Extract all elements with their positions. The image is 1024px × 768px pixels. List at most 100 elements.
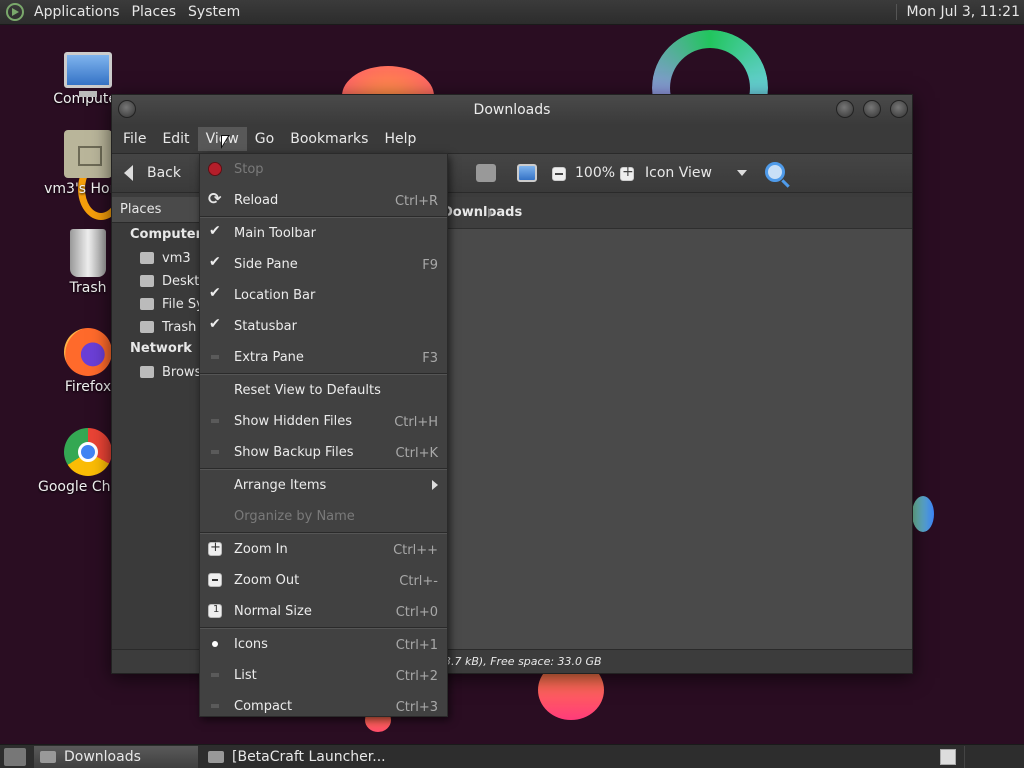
- mouse-cursor-icon: [221, 135, 230, 149]
- sidebar-section-computer: Computer: [130, 227, 203, 242]
- workspace-switcher-icon[interactable]: [940, 748, 956, 765]
- zoom-out-button[interactable]: [552, 167, 566, 181]
- menu-item-zoom-in[interactable]: Zoom In Ctrl++: [200, 534, 447, 565]
- chevron-right-icon[interactable]: [488, 208, 493, 218]
- submenu-arrow-icon: [432, 480, 438, 490]
- menu-item-list[interactable]: List Ctrl+2: [200, 660, 447, 691]
- sidebar-item-trash[interactable]: Trash: [112, 314, 202, 337]
- trash-icon: [140, 321, 154, 333]
- check-icon: [208, 285, 222, 302]
- reload-icon: [208, 189, 222, 208]
- menu-item-label: Icons: [234, 637, 268, 652]
- close-button[interactable]: [890, 100, 908, 118]
- taskbar-item-downloads[interactable]: Downloads: [34, 745, 198, 768]
- radio-unselected-icon: [208, 668, 222, 682]
- zoom-out-icon: [208, 573, 222, 587]
- clock[interactable]: Mon Jul 3, 11:21: [895, 4, 1024, 20]
- menu-edit[interactable]: Edit: [154, 127, 197, 151]
- sidebar-item-browse-network[interactable]: Browse Network: [112, 359, 202, 382]
- firefox-icon: [64, 328, 112, 376]
- menu-file[interactable]: File: [115, 127, 154, 151]
- sidebar-item-desktop[interactable]: Desktop: [112, 268, 202, 291]
- menu-help[interactable]: Help: [376, 127, 424, 151]
- radio-selected-icon: [208, 637, 222, 651]
- menu-item-location-bar[interactable]: Location Bar: [200, 280, 447, 311]
- menu-item-label: List: [234, 668, 257, 683]
- menu-item-label: Location Bar: [234, 288, 316, 303]
- places-menu[interactable]: Places: [128, 4, 185, 20]
- menu-item-reload[interactable]: Reload Ctrl+R: [200, 185, 447, 216]
- sidebar-item-label: Trash: [162, 319, 197, 335]
- status-text: 3.7 kB), Free space: 33.0 GB: [444, 655, 602, 668]
- menu-item-stop: Stop: [200, 154, 447, 185]
- view-mode-value: Icon View: [645, 165, 712, 181]
- view-mode-select[interactable]: Icon View: [645, 165, 747, 181]
- chrome-icon: [64, 428, 112, 476]
- back-button[interactable]: Back: [124, 165, 181, 181]
- window-titlebar[interactable]: Downloads: [112, 95, 912, 125]
- radio-unselected-icon: [208, 699, 222, 713]
- applications-menu[interactable]: Applications: [30, 4, 128, 20]
- menu-item-label: Extra Pane: [234, 350, 304, 365]
- menu-item-label: Zoom In: [234, 542, 288, 557]
- distro-logo-icon[interactable]: [6, 3, 24, 21]
- menu-item-normal-size[interactable]: Normal Size Ctrl+0: [200, 596, 447, 627]
- menu-item-shortcut: Ctrl+1: [395, 638, 438, 653]
- workspace-switcher[interactable]: [964, 745, 1024, 768]
- menu-item-reset-view[interactable]: Reset View to Defaults: [200, 375, 447, 406]
- unchecked-icon: [208, 445, 222, 459]
- menu-item-label: Normal Size: [234, 604, 312, 619]
- maximize-button[interactable]: [863, 100, 881, 118]
- taskbar-item-label: Downloads: [64, 748, 141, 765]
- menu-item-label: Reset View to Defaults: [234, 383, 381, 398]
- sidebar-item-label: Desktop: [162, 273, 202, 289]
- menu-item-compact[interactable]: Compact Ctrl+3: [200, 691, 447, 722]
- menu-item-extra-pane[interactable]: Extra Pane F3: [200, 342, 447, 373]
- unchecked-icon: [208, 350, 222, 364]
- desktop-icon: [140, 275, 154, 287]
- menu-item-side-pane[interactable]: Side Pane F9: [200, 249, 447, 280]
- stop-icon: [208, 162, 222, 176]
- app-icon: [208, 750, 224, 763]
- taskbar: Downloads [BetaCraft Launcher...: [0, 744, 1024, 768]
- menu-item-label: Statusbar: [234, 319, 297, 334]
- menu-item-zoom-out[interactable]: Zoom Out Ctrl+-: [200, 565, 447, 596]
- menu-item-shortcut: Ctrl+-: [399, 574, 438, 589]
- side-pane-header[interactable]: Places: [112, 197, 202, 223]
- menu-item-shortcut: Ctrl+3: [395, 700, 438, 715]
- menu-item-main-toolbar[interactable]: Main Toolbar: [200, 218, 447, 249]
- menu-bookmarks[interactable]: Bookmarks: [282, 127, 376, 151]
- menu-item-statusbar[interactable]: Statusbar: [200, 311, 447, 342]
- drive-icon: [140, 298, 154, 310]
- menu-go[interactable]: Go: [247, 127, 282, 151]
- home-icon: [140, 252, 154, 264]
- menu-item-shortcut: F9: [422, 258, 438, 273]
- sidebar-item-vm3[interactable]: vm3: [112, 245, 202, 268]
- breadcrumb-current[interactable]: Downloads: [442, 205, 522, 220]
- sidebar-section-network: Network: [130, 341, 192, 356]
- search-icon[interactable]: [765, 162, 785, 182]
- minimize-button[interactable]: [836, 100, 854, 118]
- menu-item-label: Show Hidden Files: [234, 414, 352, 429]
- window-menu-button[interactable]: [118, 100, 136, 118]
- zoom-in-icon: [208, 540, 222, 556]
- menu-item-show-backup-files[interactable]: Show Backup Files Ctrl+K: [200, 437, 447, 468]
- menu-item-arrange-items[interactable]: Arrange Items: [200, 470, 447, 501]
- menu-item-show-hidden-files[interactable]: Show Hidden Files Ctrl+H: [200, 406, 447, 437]
- menu-item-label: Zoom Out: [234, 573, 300, 588]
- taskbar-item-betacraft[interactable]: [BetaCraft Launcher...: [202, 746, 386, 768]
- view-menu: Stop Reload Ctrl+R Main Toolbar Side Pan…: [199, 153, 448, 717]
- menu-item-label: Show Backup Files: [234, 445, 354, 460]
- check-icon: [208, 223, 222, 240]
- unchecked-icon: [208, 414, 222, 428]
- menu-item-shortcut: Ctrl+K: [395, 446, 438, 461]
- show-desktop-icon[interactable]: [4, 747, 26, 766]
- system-menu[interactable]: System: [184, 4, 248, 20]
- back-arrow-icon: [124, 165, 133, 181]
- zoom-in-button[interactable]: [620, 164, 634, 181]
- home-icon[interactable]: [476, 164, 496, 182]
- computer-icon[interactable]: [517, 164, 537, 182]
- menu-item-icons[interactable]: Icons Ctrl+1: [200, 629, 447, 660]
- zoom-level: 100%: [575, 165, 616, 181]
- sidebar-item-file-system[interactable]: File System: [112, 291, 202, 314]
